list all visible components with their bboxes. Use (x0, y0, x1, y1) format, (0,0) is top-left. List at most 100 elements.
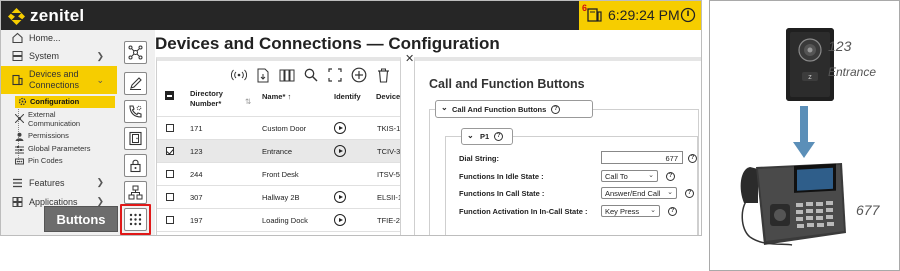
sidebar-subitem-configuration[interactable]: Configuration (15, 96, 115, 108)
row-checkbox[interactable] (166, 170, 174, 178)
identify-play-icon[interactable] (334, 122, 346, 134)
chevron-down-icon: ⌄ (667, 189, 673, 196)
tool-column (117, 30, 155, 235)
lock-icon (130, 159, 141, 173)
intercom-station-image: Z (786, 28, 834, 101)
tool-door-button[interactable] (124, 127, 147, 150)
table-row[interactable]: 197 Loading Dock TFIE-2 (157, 208, 400, 231)
ip-phone-image (740, 163, 846, 246)
phone-number: 677 (856, 202, 880, 218)
tool-edit-button[interactable] (124, 72, 147, 95)
row-checkbox[interactable] (166, 216, 174, 224)
help-icon[interactable]: ? (551, 104, 561, 114)
panel-title: Call and Function Buttons (429, 77, 585, 91)
sort-icon[interactable]: ⇅ (245, 97, 251, 107)
call-function-group-toggle[interactable]: ⌄ Call And Function Buttons ? (435, 100, 593, 118)
apps-icon (12, 196, 23, 207)
sidebar-item-label: Devices and Connections (29, 69, 80, 90)
chevron-down-icon: ⌄ (650, 207, 656, 214)
tool-topology-button[interactable] (124, 41, 147, 64)
tool-call-settings-button[interactable] (124, 100, 147, 123)
cell-device: ITSV-5 (377, 170, 400, 179)
cell-directory: 244 (190, 170, 203, 179)
call-function-buttons-panel: Call and Function Buttons ⌄ Call And Fun… (414, 57, 701, 235)
identify-play-icon[interactable] (334, 145, 346, 157)
row-checkbox[interactable] (166, 124, 174, 132)
tool-hierarchy-button[interactable] (124, 181, 147, 204)
sidebar-item-devices[interactable]: Devices and Connections ⌄ (1, 66, 117, 94)
identify-play-icon[interactable] (334, 214, 346, 226)
tool-lock-button[interactable] (124, 154, 147, 177)
row-checkbox[interactable] (166, 147, 174, 155)
pencil-icon (130, 77, 142, 90)
chevron-right-icon: ❯ (96, 177, 104, 187)
hierarchy-icon (128, 185, 143, 200)
column-header-label: Name (262, 92, 283, 101)
column-header-name[interactable]: Name* ↑ (262, 92, 291, 102)
call-state-select[interactable]: Answer/End Call ⌄ (601, 187, 677, 199)
devices-table-panel: Directory Number* ⇅ Name* ↑ Identify Dev… (156, 57, 401, 235)
table-row[interactable]: 171 Custom Door TKIS-1, (157, 116, 400, 139)
help-icon[interactable]: ? (668, 207, 677, 216)
table-row[interactable]: 244 Front Desk ITSV-5 (157, 162, 400, 185)
table-row[interactable]: 123 Entrance TCIV-3 (157, 139, 400, 162)
sort-ascending-icon: ↑ (285, 92, 292, 101)
help-icon[interactable]: ? (666, 172, 675, 181)
help-icon[interactable]: ? (685, 189, 694, 198)
clock: 6:29:24 PM (608, 7, 680, 23)
select-all-checkbox[interactable] (165, 91, 174, 100)
zenitel-logo-icon (8, 7, 25, 25)
column-header-directory[interactable]: Directory Number* (190, 89, 230, 109)
chevron-right-icon: ❯ (96, 50, 104, 61)
cell-directory: 171 (190, 124, 203, 133)
sidebar-item-label: System (29, 51, 60, 61)
zenitel-logo[interactable]: zenitel (8, 6, 84, 26)
phone-gear-icon (129, 105, 142, 118)
cell-directory: 307 (190, 193, 203, 202)
cell-name: Loading Dock (262, 216, 308, 225)
sidebar-subitem-label: Configuration (30, 97, 80, 106)
svg-text:Z: Z (808, 75, 812, 81)
p1-group-toggle[interactable]: ⌄ P1 ? (461, 128, 513, 145)
search-icon (304, 68, 318, 82)
broadcast-icon (231, 69, 247, 81)
table-row[interactable]: 307 Hallway 2B ELSII-1 (157, 185, 400, 208)
arrow-down-icon (793, 106, 815, 158)
list-icon (13, 178, 22, 187)
sidebar-item-label: Features (29, 177, 65, 188)
cell-name: Front Desk (262, 170, 299, 179)
identify-play-icon[interactable] (334, 191, 346, 203)
intercom-name: Entrance (828, 65, 877, 79)
power-icon[interactable] (680, 7, 696, 23)
buttons-callout-label: Buttons (44, 206, 118, 232)
cell-name: Custom Door (262, 124, 307, 133)
table-header: Directory Number* ⇅ Name* ↑ Identify Dev… (157, 81, 400, 117)
idle-state-select[interactable]: Call To ⌄ (601, 170, 658, 182)
row-checkbox[interactable] (166, 193, 174, 201)
home-icon (12, 32, 23, 43)
dial-string-input[interactable]: 677 (601, 151, 683, 164)
column-header-identify[interactable]: Identify (334, 92, 361, 102)
cell-device: TFIE-2 (377, 216, 400, 225)
sidebar-item-home[interactable]: Home... (1, 30, 117, 45)
brand-name: zenitel (30, 6, 85, 25)
select-value: Key Press (605, 207, 640, 216)
help-icon[interactable]: ? (688, 154, 697, 163)
device-alert-icon[interactable] (587, 8, 603, 23)
sidebar-subitem-label: Pin Codes (28, 156, 63, 165)
intercom-number: 123 (828, 38, 852, 54)
column-header-device[interactable]: Device (376, 92, 400, 102)
tool-buttons-button[interactable] (124, 208, 147, 231)
page-title: Devices and Connections — Configuration (155, 34, 500, 53)
table-row[interactable] (157, 231, 400, 235)
in-call-activation-select[interactable]: Key Press ⌄ (601, 205, 660, 217)
sidebar-item-system[interactable]: System ❯ (1, 48, 117, 64)
devices-icon (12, 74, 23, 86)
pin-code-icon (15, 158, 24, 165)
close-icon[interactable]: ✕ (405, 52, 414, 65)
fullscreen-icon (328, 68, 342, 82)
sidebar-item-features[interactable]: Features ❯ (1, 175, 117, 190)
gear-icon (18, 97, 27, 106)
help-icon[interactable]: ? (494, 132, 504, 141)
user-icon (15, 132, 24, 141)
